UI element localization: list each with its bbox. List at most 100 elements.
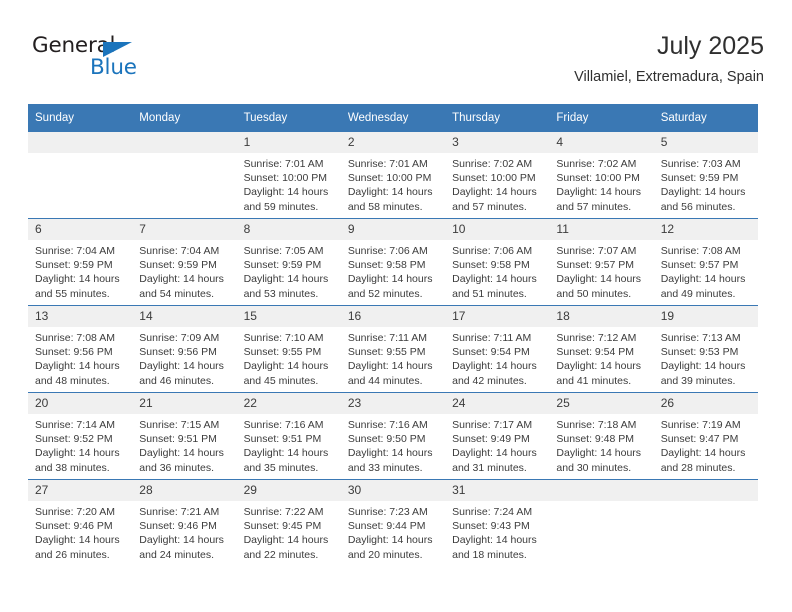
day-details: Sunrise: 7:02 AM Sunset: 10:00 PM Daylight… (549, 153, 653, 214)
daylight-duration-line2: and 49 minutes. (660, 287, 736, 300)
daylight-duration-line2: and 28 minutes. (660, 461, 736, 474)
calendar-day-cell[interactable]: 11 Sunrise: 7:07 AM Sunset: 9:57 PM Dayligh… (549, 218, 654, 306)
calendar-day-cell[interactable]: 27 Sunrise: 7:20 AM Sunset: 9:46 PM Dayligh… (28, 479, 133, 566)
calendar-day-cell[interactable]: 31 Sunrise: 7:24 AM Sunset: 9:43 PM Dayligh… (445, 479, 550, 566)
sunrise-time: Sunrise: 7:08 AM (35, 332, 115, 344)
daylight-duration-line1: Daylight: 14 hours (139, 360, 224, 373)
day-details: Sunrise: 7:05 AM Sunset: 9:59 PM Daylight:… (237, 240, 341, 301)
calendar-empty-cell (28, 132, 133, 219)
day-details: Sunrise: 7:13 AM Sunset: 9:53 PM Daylight:… (654, 327, 758, 388)
calendar-day-cell[interactable]: 7 Sunrise: 7:04 AM Sunset: 9:59 PM Daylight… (132, 218, 237, 306)
day-details: Sunrise: 7:03 AM Sunset: 9:59 PM Daylight:… (654, 153, 758, 214)
daylight-duration-line1: Daylight: 14 hours (139, 273, 224, 286)
day-number: 29 (236, 480, 341, 501)
calendar-day-cell[interactable]: 13 Sunrise: 7:08 AM Sunset: 9:56 PM Dayligh… (28, 305, 133, 393)
calendar-day-cell[interactable]: 16 Sunrise: 7:11 AM Sunset: 9:55 PM Dayligh… (340, 305, 446, 393)
day-number: 5 (653, 132, 758, 153)
sunrise-time: Sunrise: 7:08 AM (660, 245, 741, 257)
sunset-time: Sunset: 9:54 PM (556, 346, 635, 359)
calendar-day-cell[interactable]: 4 Sunrise: 7:02 AM Sunset: 10:00 PM Dayligh… (549, 132, 654, 219)
page-title: July 2025 (656, 32, 764, 60)
sunset-time: Sunset: 9:51 PM (243, 433, 322, 446)
day-number (132, 132, 237, 153)
calendar-day-cell[interactable]: 21 Sunrise: 7:15 AM Sunset: 9:51 PM Dayligh… (132, 392, 237, 480)
day-details: Sunrise: 7:15 AM Sunset: 9:51 PM Daylight:… (132, 414, 236, 475)
calendar-day-cell[interactable]: 28 Sunrise: 7:21 AM Sunset: 9:46 PM Dayligh… (132, 479, 237, 566)
calendar-day-cell[interactable]: 5 Sunrise: 7:03 AM Sunset: 9:59 PM Daylight… (653, 132, 758, 219)
calendar-day-cell[interactable]: 3 Sunrise: 7:02 AM Sunset: 10:00 PM Dayligh… (445, 132, 550, 219)
calendar-day-cell[interactable]: 2 Sunrise: 7:01 AM Sunset: 10:00 PM Dayligh… (340, 132, 446, 219)
day-details: Sunrise: 7:10 AM Sunset: 9:55 PM Daylight:… (237, 327, 341, 388)
sunrise-time: Sunrise: 7:06 AM (452, 245, 533, 257)
daylight-duration-line1: Daylight: 14 hours (556, 360, 642, 373)
calendar-day-cell[interactable]: 22 Sunrise: 7:16 AM Sunset: 9:51 PM Dayligh… (236, 392, 341, 480)
day-number: 31 (445, 480, 550, 501)
sunrise-time: Sunrise: 7:02 AM (452, 158, 533, 170)
calendar-day-cell[interactable]: 17 Sunrise: 7:11 AM Sunset: 9:54 PM Dayligh… (445, 305, 550, 393)
day-number (549, 480, 654, 501)
calendar-day-cell[interactable]: 30 Sunrise: 7:23 AM Sunset: 9:44 PM Dayligh… (340, 479, 446, 566)
calendar-day-cell[interactable]: 19 Sunrise: 7:13 AM Sunset: 9:53 PM Dayligh… (653, 305, 758, 393)
daylight-duration-line1: Daylight: 14 hours (139, 534, 224, 547)
sunrise-time: Sunrise: 7:15 AM (139, 419, 220, 431)
general-blue-logo[interactable]: General Blue (32, 34, 232, 88)
daylight-duration-line2: and 18 minutes. (452, 548, 527, 561)
sunrise-time: Sunrise: 7:07 AM (556, 245, 637, 257)
day-number: 24 (445, 393, 550, 414)
sunset-time: Sunset: 9:44 PM (347, 520, 426, 533)
calendar-day-cell[interactable]: 24 Sunrise: 7:17 AM Sunset: 9:49 PM Dayligh… (445, 392, 550, 480)
calendar-day-cell[interactable]: 1 Sunrise: 7:01 AM Sunset: 10:00 PM Dayligh… (236, 132, 341, 219)
daylight-duration-line1: Daylight: 14 hours (660, 186, 746, 199)
day-details: Sunrise: 7:01 AM Sunset: 10:00 PM Daylight… (341, 153, 445, 214)
sunrise-time: Sunrise: 7:01 AM (243, 158, 324, 170)
day-number: 10 (445, 219, 550, 240)
day-details: Sunrise: 7:08 AM Sunset: 9:57 PM Daylight:… (654, 240, 758, 301)
calendar-empty-cell (132, 132, 237, 219)
sunrise-time: Sunrise: 7:09 AM (139, 332, 220, 344)
calendar-day-cell[interactable]: 23 Sunrise: 7:16 AM Sunset: 9:50 PM Dayligh… (340, 392, 446, 480)
calendar-day-cell[interactable]: 18 Sunrise: 7:12 AM Sunset: 9:54 PM Dayligh… (549, 305, 654, 393)
sunset-time: Sunset: 9:46 PM (139, 520, 217, 533)
sunset-time: Sunset: 9:58 PM (452, 259, 530, 272)
daylight-duration-line2: and 44 minutes. (347, 374, 423, 387)
day-number: 22 (236, 393, 341, 414)
day-details: Sunrise: 7:19 AM Sunset: 9:47 PM Daylight:… (654, 414, 758, 475)
sunrise-time: Sunrise: 7:10 AM (243, 332, 324, 344)
sunset-time: Sunset: 9:55 PM (243, 346, 322, 359)
day-number: 28 (132, 480, 237, 501)
sunset-time: Sunset: 10:00 PM (243, 172, 328, 185)
calendar-day-cell[interactable]: 25 Sunrise: 7:18 AM Sunset: 9:48 PM Dayligh… (549, 392, 654, 480)
sunset-time: Sunset: 9:45 PM (243, 520, 322, 533)
calendar-day-cell[interactable]: 8 Sunrise: 7:05 AM Sunset: 9:59 PM Daylight… (236, 218, 341, 306)
daylight-duration-line2: and 24 minutes. (139, 548, 214, 561)
day-number: 12 (653, 219, 758, 240)
calendar-day-cell[interactable]: 29 Sunrise: 7:22 AM Sunset: 9:45 PM Dayligh… (236, 479, 341, 566)
day-details: Sunrise: 7:06 AM Sunset: 9:58 PM Daylight:… (445, 240, 549, 301)
sunset-time: Sunset: 10:00 PM (347, 172, 432, 185)
daylight-duration-line1: Daylight: 14 hours (452, 534, 537, 547)
day-details: Sunrise: 7:11 AM Sunset: 9:54 PM Daylight:… (445, 327, 549, 388)
sunset-time: Sunset: 9:55 PM (347, 346, 426, 359)
calendar-body: 1 Sunrise: 7:01 AM Sunset: 10:00 PM Dayligh… (28, 132, 758, 566)
calendar-day-cell[interactable]: 12 Sunrise: 7:08 AM Sunset: 9:57 PM Dayligh… (653, 218, 758, 306)
daylight-duration-line1: Daylight: 14 hours (243, 534, 329, 547)
daylight-duration-line2: and 53 minutes. (243, 287, 319, 300)
sunrise-time: Sunrise: 7:19 AM (660, 419, 741, 431)
calendar-day-cell[interactable]: 14 Sunrise: 7:09 AM Sunset: 9:56 PM Dayligh… (132, 305, 237, 393)
column-header-thursday: Thursday (445, 104, 550, 132)
day-details: Sunrise: 7:18 AM Sunset: 9:48 PM Daylight:… (549, 414, 653, 475)
day-number: 14 (132, 306, 237, 327)
calendar-week-row: 6 Sunrise: 7:04 AM Sunset: 9:59 PM Daylight… (28, 218, 758, 306)
calendar-day-cell[interactable]: 15 Sunrise: 7:10 AM Sunset: 9:55 PM Dayligh… (236, 305, 341, 393)
calendar-day-cell[interactable]: 9 Sunrise: 7:06 AM Sunset: 9:58 PM Daylight… (340, 218, 446, 306)
page-subtitle: Villamiel, Extremadura, Spain (574, 69, 764, 85)
calendar-day-cell[interactable]: 26 Sunrise: 7:19 AM Sunset: 9:47 PM Dayligh… (653, 392, 758, 480)
day-details: Sunrise: 7:12 AM Sunset: 9:54 PM Daylight:… (549, 327, 653, 388)
calendar-day-cell[interactable]: 6 Sunrise: 7:04 AM Sunset: 9:59 PM Daylight… (28, 218, 133, 306)
calendar-day-cell[interactable]: 10 Sunrise: 7:06 AM Sunset: 9:58 PM Dayligh… (445, 218, 550, 306)
sunrise-time: Sunrise: 7:02 AM (556, 158, 637, 170)
calendar-day-cell[interactable]: 20 Sunrise: 7:14 AM Sunset: 9:52 PM Dayligh… (28, 392, 133, 480)
weekday-header-row: Sunday Monday Tuesday Wednesday Thursday… (28, 104, 758, 132)
day-number: 13 (28, 306, 133, 327)
day-number: 19 (653, 306, 758, 327)
